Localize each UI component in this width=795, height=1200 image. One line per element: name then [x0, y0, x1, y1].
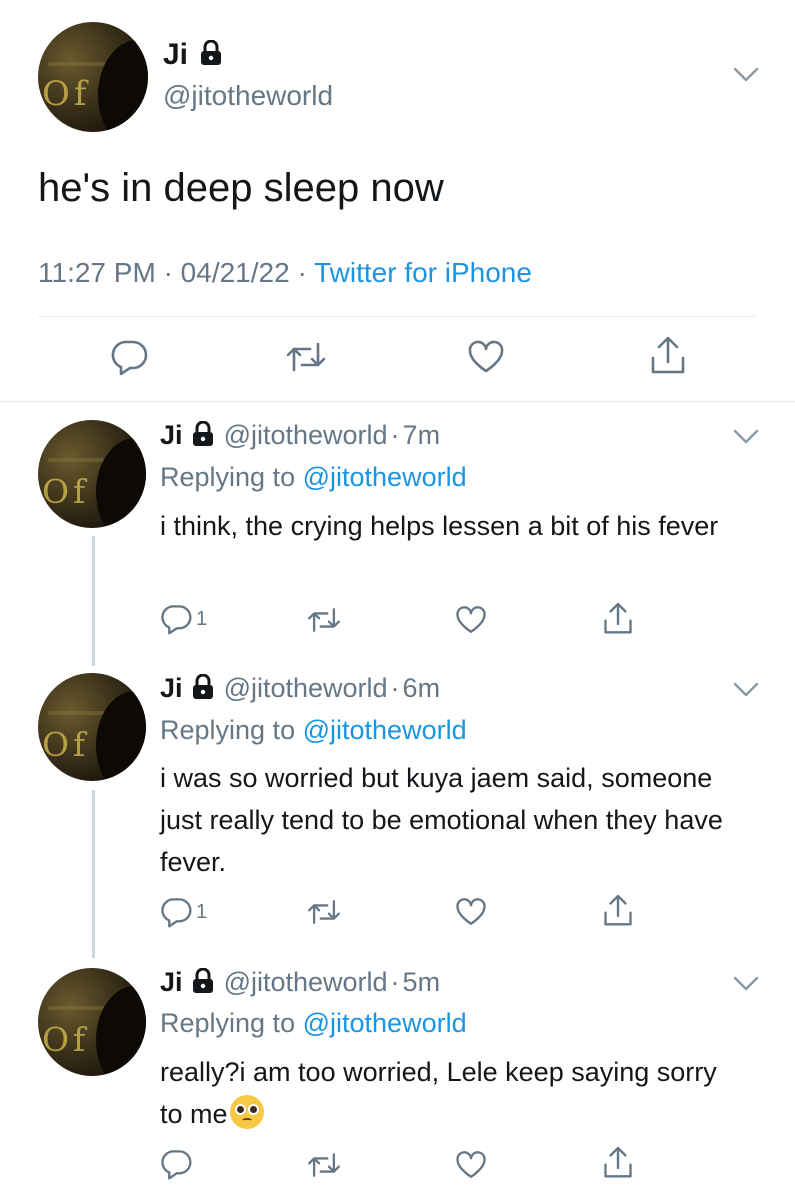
- chevron-down-icon[interactable]: [733, 66, 759, 84]
- replying-to: Replying to @jitotheworld: [160, 462, 467, 493]
- reply-age: 7m: [402, 420, 441, 450]
- display-name[interactable]: Ji: [163, 38, 188, 71]
- handle[interactable]: @jitotheworld: [163, 80, 333, 112]
- reply-count: 1: [196, 900, 208, 923]
- avatar-neon-text: Of: [42, 725, 90, 764]
- meta-separator: ·: [297, 257, 307, 288]
- reply-icon[interactable]: [160, 896, 192, 928]
- lock-icon: [193, 420, 214, 446]
- replying-to-prefix: Replying to: [160, 1008, 296, 1038]
- avatar[interactable]: Of: [38, 673, 146, 781]
- replying-to-prefix: Replying to: [160, 715, 296, 745]
- display-name-row: Ji: [163, 38, 222, 72]
- meta-dot: ·: [390, 420, 400, 450]
- retweet-icon[interactable]: [285, 340, 327, 374]
- reply-action[interactable]: 1: [160, 603, 207, 635]
- avatar[interactable]: Of: [38, 968, 146, 1076]
- pleading-face-emoji: [229, 1095, 264, 1129]
- share-icon[interactable]: [650, 336, 686, 376]
- reply-text: i think, the crying helps lessen a bit o…: [160, 511, 719, 541]
- avatar[interactable]: Of: [38, 22, 148, 132]
- chevron-down-icon[interactable]: [733, 428, 759, 446]
- share-icon[interactable]: [603, 1146, 633, 1180]
- lock-icon: [201, 40, 222, 66]
- like-icon[interactable]: [455, 1150, 487, 1180]
- avatar-neon-text: Of: [42, 472, 90, 511]
- meta-dot: ·: [390, 967, 400, 997]
- reply-action[interactable]: 1: [160, 896, 207, 928]
- thread-connector: [92, 790, 95, 958]
- replying-to: Replying to @jitotheworld: [160, 715, 467, 746]
- chevron-down-icon[interactable]: [733, 681, 759, 699]
- reply-age: 6m: [402, 673, 441, 703]
- like-icon[interactable]: [467, 340, 505, 374]
- avatar-neon-text: Of: [42, 1020, 90, 1059]
- chevron-down-icon[interactable]: [733, 975, 759, 993]
- tweet-source-link[interactable]: Twitter for iPhone: [314, 257, 532, 288]
- reply-icon[interactable]: [160, 603, 192, 635]
- divider: [38, 316, 756, 317]
- avatar[interactable]: Of: [38, 420, 146, 528]
- tweet-text: he's in deep sleep now: [38, 166, 444, 210]
- reply-icon[interactable]: [160, 1148, 192, 1180]
- reply-age: 5m: [402, 967, 441, 997]
- avatar-neon-text: Of: [42, 74, 91, 114]
- replying-to-link[interactable]: @jitotheworld: [303, 1008, 467, 1038]
- meta-dot: ·: [390, 673, 400, 703]
- tweet-date: 04/21/22: [180, 257, 290, 288]
- reply-header: Ji @jitotheworld · 6m: [160, 673, 440, 704]
- retweet-icon[interactable]: [306, 1151, 342, 1179]
- reply-count: 1: [196, 607, 208, 630]
- display-name[interactable]: Ji: [160, 673, 183, 703]
- replying-to-prefix: Replying to: [160, 462, 296, 492]
- display-name[interactable]: Ji: [160, 420, 183, 450]
- handle[interactable]: @jitotheworld: [224, 673, 388, 703]
- display-name[interactable]: Ji: [160, 967, 183, 997]
- tweet-time: 11:27 PM: [38, 257, 156, 288]
- like-icon[interactable]: [455, 605, 487, 635]
- reply-header: Ji @jitotheworld · 5m: [160, 967, 440, 998]
- replying-to: Replying to @jitotheworld: [160, 1008, 467, 1039]
- reply-icon[interactable]: [110, 339, 148, 375]
- like-icon[interactable]: [455, 897, 487, 927]
- handle[interactable]: @jitotheworld: [224, 420, 388, 450]
- meta-separator: ·: [163, 257, 173, 288]
- replying-to-link[interactable]: @jitotheworld: [303, 715, 467, 745]
- reply-header: Ji @jitotheworld · 7m: [160, 420, 440, 451]
- share-icon[interactable]: [603, 894, 633, 928]
- share-icon[interactable]: [603, 602, 633, 636]
- handle[interactable]: @jitotheworld: [224, 967, 388, 997]
- retweet-icon[interactable]: [306, 898, 342, 926]
- thread-connector: [92, 536, 95, 666]
- reply-text: really?i am too worried, Lele keep sayin…: [160, 1051, 740, 1135]
- lock-icon: [193, 967, 214, 993]
- tweet-meta: 11:27 PM · 04/21/22 · Twitter for iPhone: [38, 257, 532, 289]
- reply-text: i was so worried but kuya jaem said, som…: [160, 763, 723, 877]
- retweet-icon[interactable]: [306, 606, 342, 634]
- replying-to-link[interactable]: @jitotheworld: [303, 462, 467, 492]
- lock-icon: [193, 673, 214, 699]
- divider: [0, 401, 795, 402]
